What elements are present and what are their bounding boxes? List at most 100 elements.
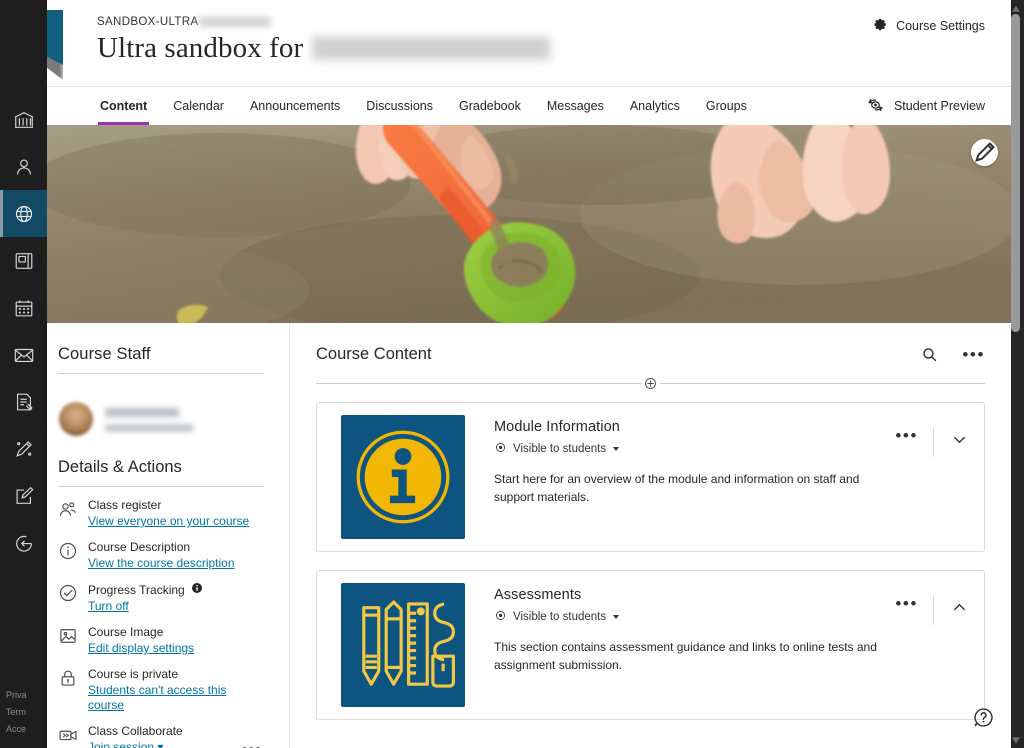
staff-member[interactable]	[58, 374, 264, 446]
course-settings-button[interactable]: Course Settings	[873, 17, 985, 35]
avatar	[59, 402, 93, 436]
label-text: Progress Tracking	[88, 582, 185, 597]
card-collapse-button[interactable]	[947, 595, 972, 625]
collaborate-more-button[interactable]: •••	[242, 741, 262, 748]
eye-icon	[494, 441, 507, 457]
tab-content[interactable]: Content	[87, 87, 160, 125]
add-content-button[interactable]	[641, 374, 660, 393]
content-card[interactable]: Module Information Visible to students S…	[316, 402, 985, 552]
lock-icon	[58, 668, 78, 688]
privacy-link[interactable]: Priva	[6, 687, 47, 704]
info-badge-icon[interactable]	[191, 582, 203, 598]
search-icon[interactable]	[921, 346, 938, 363]
chevron-down-icon	[613, 447, 620, 451]
sidebar-item-institution[interactable]	[0, 96, 47, 143]
details-item-text: Progress Tracking Turn off	[88, 582, 203, 614]
tab-calendar[interactable]: Calendar	[160, 87, 237, 125]
help-button[interactable]	[972, 706, 995, 734]
label-text: Class Collaborate	[88, 724, 183, 738]
details-item-course-description[interactable]: Course Description View the course descr…	[58, 540, 264, 571]
sidebar-item-tools[interactable]	[0, 425, 47, 472]
page-title-redacted	[312, 37, 551, 60]
tab-gradebook[interactable]: Gradebook	[446, 87, 534, 125]
visibility-label: Visible to students	[513, 443, 607, 455]
tab-calendar-label: Calendar	[173, 99, 224, 113]
sidebar-item-organisations[interactable]	[0, 237, 47, 284]
details-actions-heading: Details & Actions	[58, 458, 264, 487]
sign-out-icon	[13, 532, 35, 554]
divider	[933, 595, 934, 625]
details-item-link[interactable]: View the course description	[88, 556, 235, 571]
content-card[interactable]: Assessments Visible to students This sec…	[316, 570, 985, 720]
details-item-link[interactable]: Students can't access this course	[88, 683, 264, 713]
details-item-label: Class Collaborate	[88, 724, 183, 739]
details-item-text: Class register View everyone on your cou…	[88, 498, 249, 529]
student-preview-button[interactable]: Student Preview	[866, 87, 985, 125]
card-title: Module Information	[494, 419, 620, 435]
details-item-progress-tracking[interactable]: Progress Tracking Turn off	[58, 582, 264, 614]
student-preview-label: Student Preview	[893, 99, 985, 113]
content-more-button[interactable]: •••	[962, 346, 985, 363]
breadcrumb-redacted	[199, 16, 272, 27]
staff-role-redacted	[105, 424, 193, 432]
banner-artwork	[40, 125, 1011, 323]
sidebar-item-messages[interactable]	[0, 331, 47, 378]
course-body: Course Staff Details & Actions Class reg…	[40, 323, 1011, 748]
details-actions-list: Class register View everyone on your cou…	[58, 487, 264, 748]
visibility-selector[interactable]: Visible to students	[494, 609, 893, 625]
terms-link[interactable]: Term	[6, 704, 47, 721]
details-item-label: Progress Tracking	[88, 582, 203, 598]
tab-announcements[interactable]: Announcements	[237, 87, 353, 125]
tab-messages[interactable]: Messages	[534, 87, 617, 125]
breadcrumb-text: SANDBOX-ULTRA	[97, 15, 199, 28]
accessibility-link[interactable]: Acce	[6, 721, 47, 738]
gear-icon	[873, 17, 888, 35]
card-description: This section contains assessment guidanc…	[494, 640, 877, 672]
tab-analytics[interactable]: Analytics	[617, 87, 693, 125]
rail-icon-list	[0, 96, 47, 566]
sidebar-item-sign-up[interactable]	[0, 472, 47, 519]
tab-groups[interactable]: Groups	[693, 87, 760, 125]
card-more-button[interactable]: •••	[893, 595, 920, 613]
tab-discussions[interactable]: Discussions	[353, 87, 446, 125]
details-item-class-register[interactable]: Class register View everyone on your cou…	[58, 498, 264, 529]
tab-announcements-label: Announcements	[249, 99, 341, 113]
edit-course-image-button[interactable]	[971, 139, 998, 166]
visibility-selector[interactable]: Visible to students	[494, 441, 893, 457]
scroll-down-icon[interactable]	[1011, 734, 1020, 746]
details-item-label: Course Image	[88, 625, 194, 640]
course-settings-label: Course Settings	[896, 19, 985, 33]
staff-text	[105, 406, 193, 432]
page-scrollbar[interactable]	[1010, 0, 1021, 748]
details-item-label: Course Description	[88, 540, 235, 555]
details-item-label: Course is private	[88, 667, 264, 682]
details-item-link[interactable]: Join session ▾	[88, 740, 183, 748]
details-item-link[interactable]: View everyone on your course	[88, 514, 249, 529]
collaborate-icon	[58, 725, 78, 745]
sidebar-item-courses[interactable]	[0, 190, 47, 237]
card-more-button[interactable]: •••	[893, 427, 920, 445]
scrollbar-thumb[interactable]	[1011, 14, 1020, 332]
sidebar-item-calendar[interactable]	[0, 284, 47, 331]
card-expand-button[interactable]	[947, 427, 972, 457]
details-item-link[interactable]: Edit display settings	[88, 641, 194, 656]
card-controls: •••	[893, 583, 972, 707]
tools-pencil-icon	[13, 438, 35, 460]
assessment-thumb-art	[347, 589, 459, 701]
details-item-class-collaborate[interactable]: Class Collaborate Join session ▾ •••	[58, 724, 264, 748]
details-item-label: Class register	[88, 498, 249, 513]
page-title-text: Ultra sandbox for	[97, 32, 304, 64]
details-item-link[interactable]: Turn off	[88, 599, 203, 614]
sidebar-item-sign-out[interactable]	[0, 519, 47, 566]
course-left-sidebar: Course Staff Details & Actions Class reg…	[40, 323, 290, 748]
card-main: Module Information Visible to students S…	[465, 415, 893, 539]
course-staff-heading: Course Staff	[58, 345, 264, 374]
scroll-up-icon[interactable]	[1011, 2, 1020, 14]
details-item-course-image[interactable]: Course Image Edit display settings	[58, 625, 264, 656]
chevron-down-icon	[613, 615, 620, 619]
info-thumb-art	[347, 421, 459, 533]
details-item-course-private[interactable]: Course is private Students can't access …	[58, 667, 264, 713]
sidebar-item-profile[interactable]	[0, 143, 47, 190]
sidebar-item-marks[interactable]	[0, 378, 47, 425]
app-window: Priva Term Acce SANDBOX-ULTRA Ultra sand…	[0, 0, 1024, 748]
